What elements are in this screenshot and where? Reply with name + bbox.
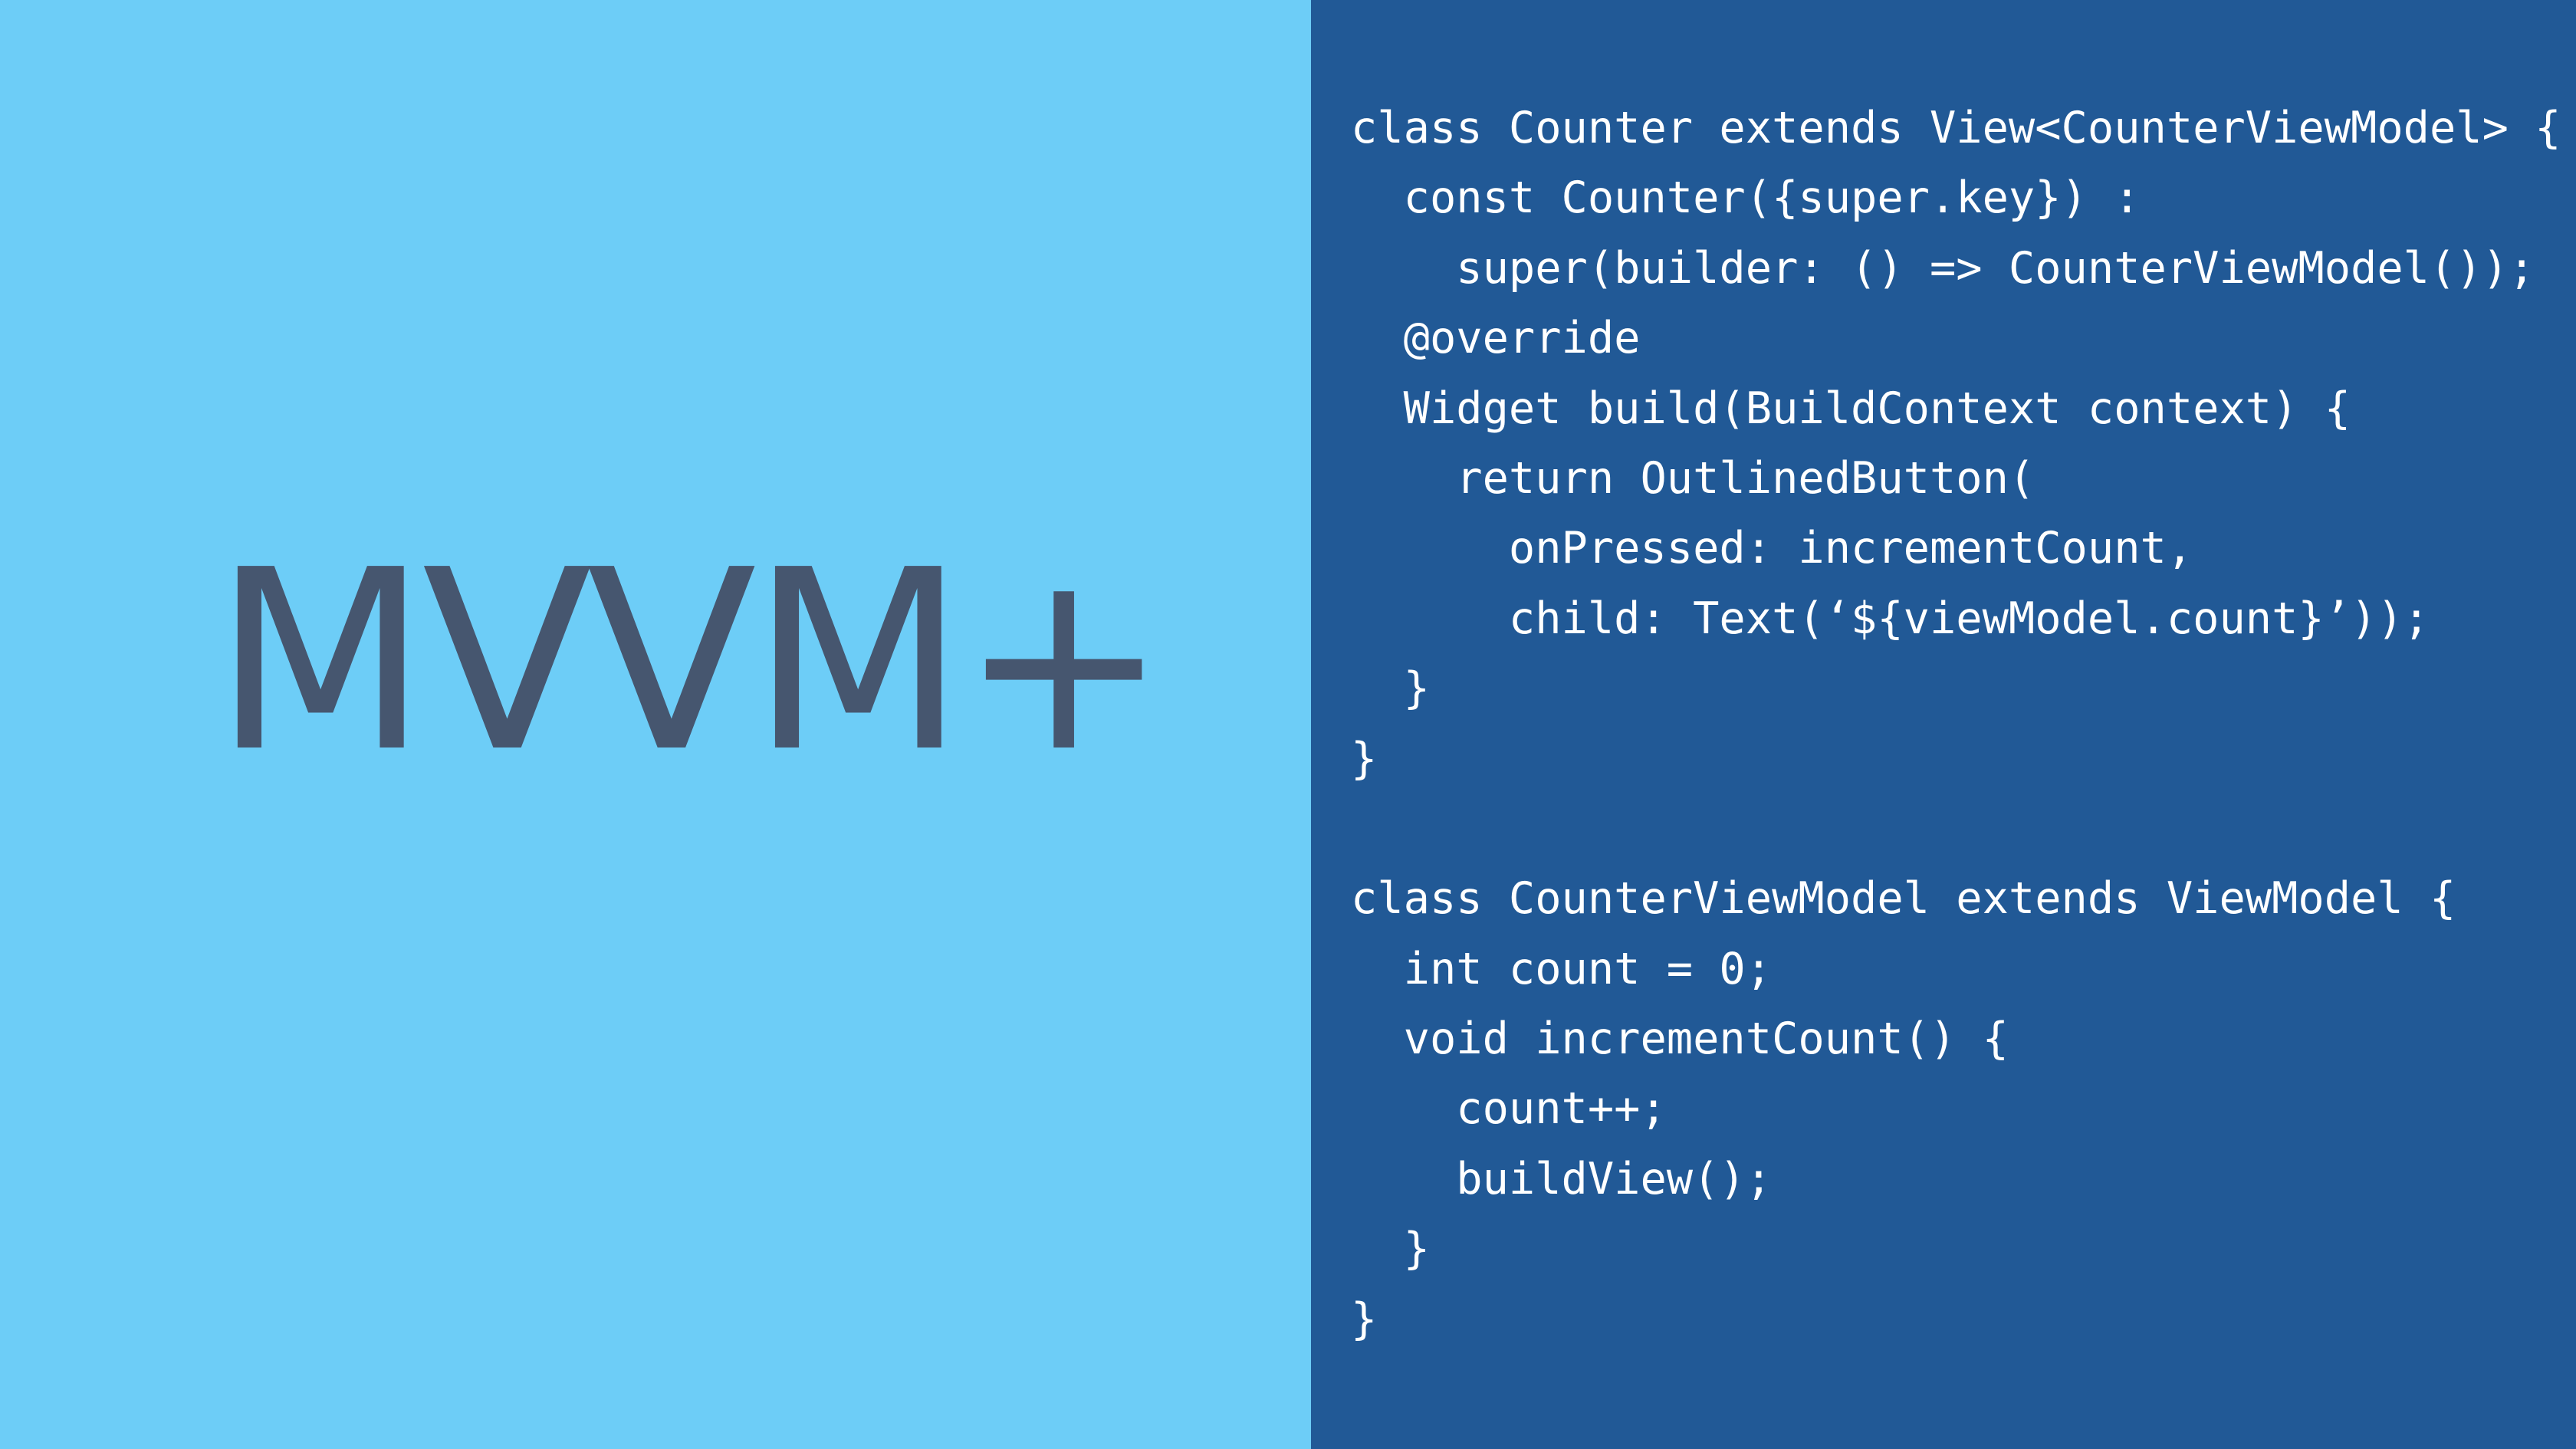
code-line: } — [1351, 1293, 1378, 1345]
code-line: void incrementCount() { — [1351, 1014, 2009, 1065]
code-line: onPressed: incrementCount, — [1351, 523, 2193, 574]
code-line: int count = 0; — [1351, 943, 1773, 994]
slide: MVVM+ class Counter extends View<Counter… — [0, 0, 2576, 1449]
code-line: } — [1351, 663, 1430, 715]
code-line: super(builder: () => CounterViewModel())… — [1351, 242, 2535, 294]
code-panel: class Counter extends View<CounterViewMo… — [1311, 0, 2576, 1449]
code-line: child: Text(‘${viewModel.count}’)); — [1351, 593, 2430, 644]
code-line: count++; — [1351, 1083, 1667, 1135]
code-block: class Counter extends View<CounterViewMo… — [1351, 94, 2561, 1355]
code-line: class CounterViewModel extends ViewModel… — [1351, 873, 2456, 925]
code-line: return OutlinedButton( — [1351, 452, 2036, 504]
code-line: } — [1351, 733, 1378, 784]
code-line: @override — [1351, 313, 1641, 364]
code-line: class Counter extends View<CounterViewMo… — [1351, 103, 2561, 153]
code-line: } — [1351, 1224, 1430, 1275]
code-line: Widget build(BuildContext context) { — [1351, 383, 2351, 434]
title-panel: MVVM+ — [0, 0, 1311, 1449]
code-line: const Counter({super.key}) : — [1351, 172, 2141, 224]
slide-title: MVVM+ — [213, 516, 1168, 807]
code-line: buildView(); — [1351, 1153, 1773, 1204]
